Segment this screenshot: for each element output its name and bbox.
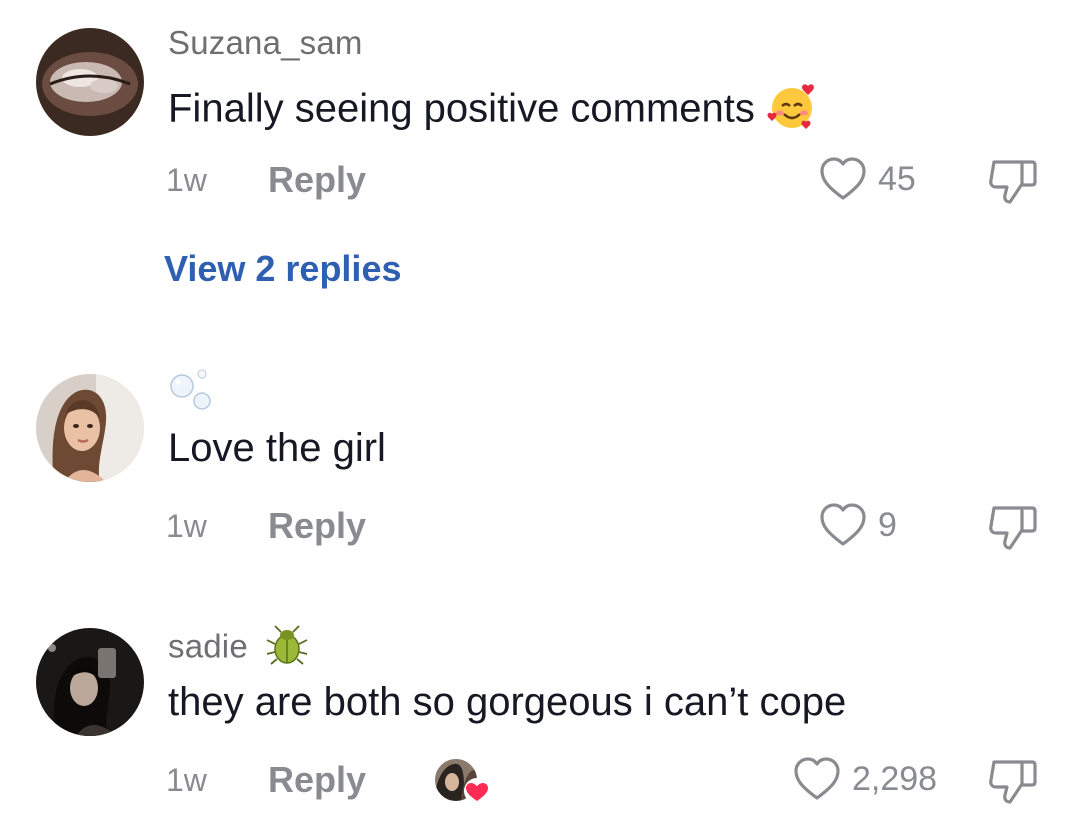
beetle-icon — [265, 624, 309, 674]
comment-time: 1w — [166, 508, 207, 544]
comment-time: 1w — [166, 162, 207, 198]
smiling-face-with-hearts-icon — [766, 80, 818, 142]
heart-icon — [794, 757, 840, 800]
like-button[interactable]: 45 — [818, 156, 916, 202]
comment-text: Love the girl — [168, 426, 386, 470]
heart-icon — [820, 157, 866, 200]
reply-button[interactable]: Reply — [268, 159, 366, 201]
like-count: 45 — [878, 159, 916, 198]
like-button[interactable]: 2,298 — [792, 756, 937, 802]
thumbs-down-icon — [989, 160, 1037, 204]
bubbles-icon — [166, 366, 216, 417]
like-button[interactable]: 9 — [818, 502, 897, 548]
like-count: 9 — [878, 505, 897, 544]
like-count: 2,298 — [852, 759, 938, 798]
reply-button[interactable]: Reply — [268, 759, 366, 801]
thumbs-down-icon — [989, 506, 1037, 550]
avatar[interactable] — [36, 28, 144, 136]
comment-text: they are both so gorgeous i can’t cope — [168, 680, 847, 724]
thumbs-down-icon — [989, 760, 1037, 804]
dislike-button[interactable] — [986, 502, 1040, 557]
comment-text-content: Finally seeing positive comments — [168, 86, 755, 131]
dislike-button[interactable] — [986, 756, 1040, 811]
view-replies-link[interactable]: View 2 replies — [164, 248, 401, 290]
avatar[interactable] — [36, 628, 144, 736]
reply-button[interactable]: Reply — [268, 505, 366, 547]
comment-time: 1w — [166, 762, 207, 798]
username[interactable]: Suzana_sam — [168, 24, 363, 62]
username-text: sadie — [168, 627, 248, 665]
heart-icon — [820, 503, 866, 546]
dislike-button[interactable] — [986, 156, 1040, 211]
avatar[interactable] — [36, 374, 144, 482]
username[interactable]: sadie — [168, 624, 309, 674]
comment-text: Finally seeing positive comments — [168, 80, 818, 142]
creator-liked-badge — [432, 754, 494, 808]
